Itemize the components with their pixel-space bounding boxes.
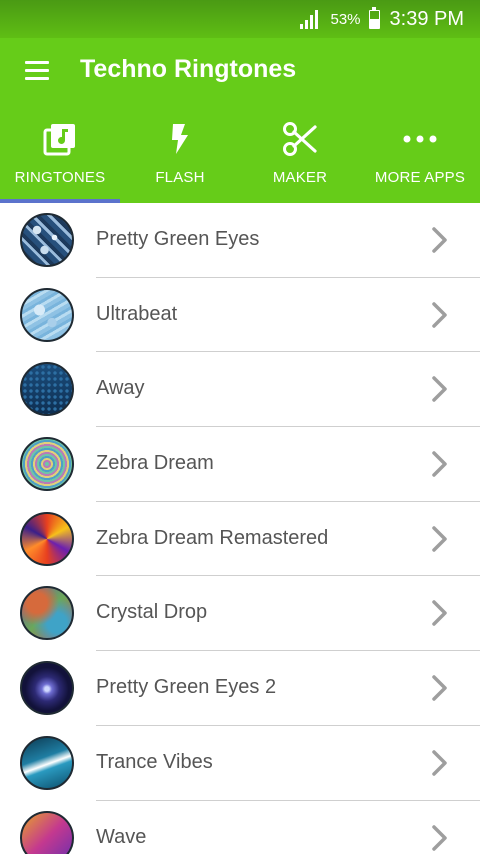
ringtone-thumbnail xyxy=(20,362,74,417)
lightning-bolt-icon xyxy=(120,120,240,158)
ringtone-thumbnail xyxy=(20,511,74,566)
list-item[interactable]: Ultrabeat xyxy=(0,277,480,353)
list-item[interactable]: Crystal Drop xyxy=(0,576,480,652)
ringtone-list: Pretty Green Eyes Ultrabeat Away Zebra D… xyxy=(0,203,480,854)
status-icons: 53% 3:39 PM xyxy=(300,5,464,33)
ringtone-title: Zebra Dream xyxy=(96,452,214,475)
list-item[interactable]: Zebra Dream Remastered xyxy=(0,501,480,577)
ringtone-thumbnail xyxy=(20,661,74,716)
ringtone-title: Pretty Green Eyes 2 xyxy=(96,676,277,699)
more-dots-icon xyxy=(360,120,480,158)
scissors-icon xyxy=(240,120,360,158)
clock: 3:39 PM xyxy=(389,7,464,30)
list-item[interactable]: Trance Vibes xyxy=(0,725,480,801)
ringtone-thumbnail xyxy=(20,287,74,342)
chevron-right-icon xyxy=(432,227,447,253)
chevron-right-icon xyxy=(432,451,447,477)
music-note-square-icon xyxy=(0,120,120,158)
chevron-right-icon xyxy=(432,824,447,851)
tab-more-apps[interactable]: MORE APPS xyxy=(360,102,480,203)
ringtone-thumbnail xyxy=(20,735,74,790)
ringtone-title: Zebra Dream Remastered xyxy=(96,526,329,549)
ringtone-thumbnail xyxy=(20,810,74,854)
screen: 53% 3:39 PM Techno Ringtones RINGTONES F… xyxy=(0,0,480,854)
ringtone-thumbnail xyxy=(20,586,74,641)
list-item[interactable]: Wave xyxy=(0,800,480,854)
list-item[interactable]: Zebra Dream xyxy=(0,427,480,502)
ringtone-thumbnail xyxy=(20,213,74,267)
chevron-right-icon xyxy=(432,750,447,776)
tab-label: MORE APPS xyxy=(374,169,466,186)
tab-label: RINGTONES xyxy=(14,169,106,186)
ringtone-title: Trance Vibes xyxy=(96,750,213,773)
tab-label: FLASH xyxy=(155,169,205,186)
tab-label: MAKER xyxy=(272,169,328,186)
tab-maker[interactable]: MAKER xyxy=(240,102,360,203)
ringtone-title: Wave xyxy=(96,825,147,848)
list-item[interactable]: Pretty Green Eyes 2 xyxy=(0,651,480,726)
chevron-right-icon xyxy=(432,301,447,328)
battery-percent: 53% xyxy=(330,10,361,28)
ringtone-title: Away xyxy=(96,377,145,400)
ringtone-title: Crystal Drop xyxy=(96,601,208,624)
ringtone-thumbnail xyxy=(20,437,74,492)
tab-flash[interactable]: FLASH xyxy=(120,102,240,203)
battery-icon xyxy=(368,6,380,29)
ringtone-title: Ultrabeat xyxy=(96,302,178,325)
signal-strength-icon xyxy=(300,9,319,29)
app-bar: Techno Ringtones xyxy=(0,38,480,102)
status-bar: 53% 3:39 PM xyxy=(0,0,480,38)
list-item[interactable]: Away xyxy=(0,352,480,428)
chevron-right-icon xyxy=(432,526,447,552)
hamburger-menu-icon[interactable] xyxy=(14,50,60,90)
ringtone-title: Pretty Green Eyes xyxy=(96,228,260,250)
app-title: Techno Ringtones xyxy=(80,55,297,83)
tab-ringtones[interactable]: RINGTONES xyxy=(0,102,120,203)
tab-bar: RINGTONES FLASH MAKER MORE APPS xyxy=(0,102,480,203)
chevron-right-icon xyxy=(432,376,447,403)
chevron-right-icon xyxy=(432,600,447,627)
list-item[interactable]: Pretty Green Eyes xyxy=(0,203,480,278)
chevron-right-icon xyxy=(432,675,447,701)
